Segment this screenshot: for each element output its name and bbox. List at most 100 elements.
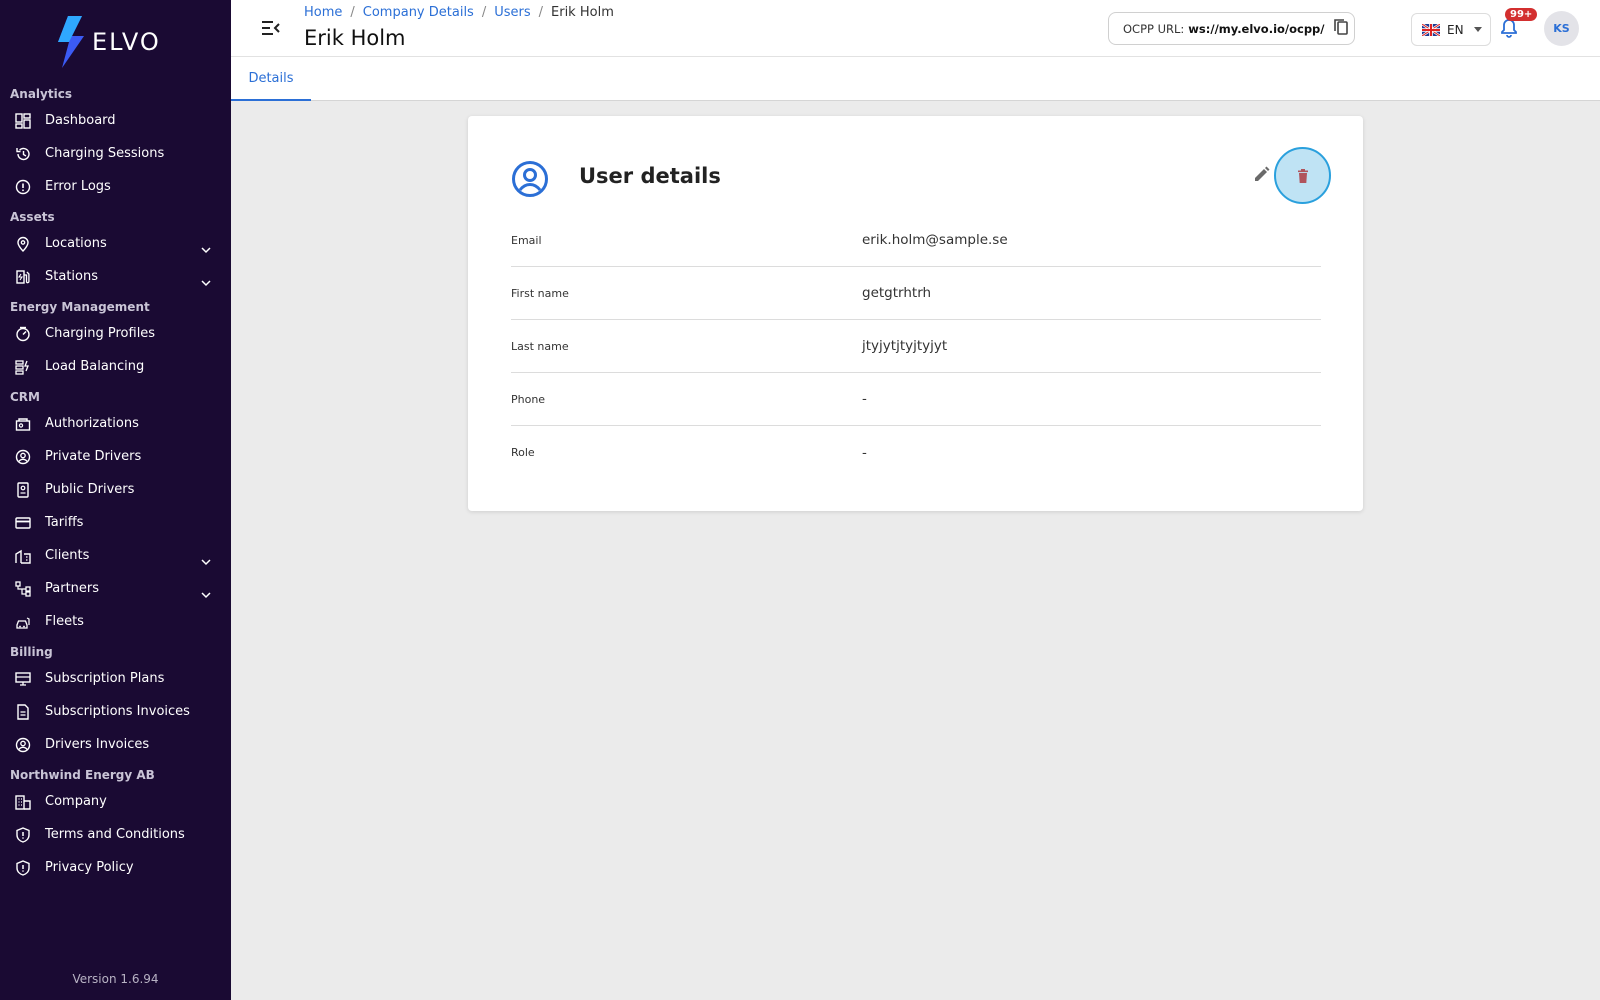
notification-badge: 99+ — [1505, 8, 1538, 21]
menu-collapse-icon[interactable] — [261, 20, 281, 40]
sidebar-section-title: CRM — [10, 390, 40, 404]
sidebar-item-privacy-policy[interactable]: Privacy Policy — [0, 851, 231, 884]
sidebar-item-label: Subscription Plans — [45, 671, 165, 686]
sidebar-item-authorizations[interactable]: Authorizations — [0, 407, 231, 440]
trash-icon — [1297, 168, 1308, 183]
sidebar-item-label: Locations — [45, 236, 107, 251]
sidebar-item-label: Partners — [45, 581, 100, 596]
sidebar-item-private-drivers[interactable]: Private Drivers — [0, 440, 231, 473]
breadcrumb-current: Erik Holm — [551, 5, 614, 20]
chevron-down-icon[interactable] — [201, 272, 211, 291]
sidebar-item-label: Private Drivers — [45, 449, 142, 464]
network-icon — [15, 580, 31, 597]
gauge-icon — [15, 326, 31, 342]
sidebar-item-partners[interactable]: Partners — [0, 572, 231, 605]
breadcrumb: Home / Company Details / Users / Erik Ho… — [304, 5, 614, 20]
detail-value: erik.holm@sample.se — [862, 232, 1008, 248]
sidebar-section-title: Energy Management — [10, 300, 150, 314]
sidebar-item-label: Subscriptions Invoices — [45, 704, 190, 719]
details-list: Email erik.holm@sample.se First name getgtr… — [511, 214, 1321, 479]
load-balancing-icon — [15, 359, 31, 375]
detail-label: Phone — [511, 392, 546, 406]
uk-flag-icon — [1422, 23, 1440, 36]
location-pin-icon — [15, 236, 31, 252]
sidebar-item-tariffs[interactable]: Tariffs — [0, 506, 231, 539]
ev-station-icon — [15, 269, 31, 285]
edit-icon[interactable] — [1253, 166, 1270, 187]
ocpp-url-label: OCPP URL: — [1123, 21, 1185, 36]
sidebar-item-charging-profiles[interactable]: Charging Profiles — [0, 317, 231, 350]
authorizations-icon — [15, 416, 31, 432]
sidebar-item-label: Fleets — [45, 614, 84, 629]
sidebar-item-public-drivers[interactable]: Public Drivers — [0, 473, 231, 506]
history-icon — [15, 146, 31, 162]
account-circle-icon — [511, 160, 549, 202]
page-title: Erik Holm — [304, 26, 406, 50]
chevron-down-icon[interactable] — [201, 239, 211, 258]
sidebar-item-company[interactable]: Company — [0, 785, 231, 818]
detail-value: getgtrhtrh — [862, 285, 932, 301]
card-icon — [15, 515, 31, 531]
sidebar-item-label: Public Drivers — [45, 482, 135, 497]
sidebar-item-subscriptions-invoices[interactable]: Subscriptions Invoices — [0, 695, 231, 728]
detail-label: First name — [511, 286, 569, 300]
tab-details[interactable]: Details — [231, 57, 311, 101]
chevron-down-icon[interactable] — [201, 584, 211, 603]
breadcrumb-home[interactable]: Home — [304, 5, 342, 20]
error-icon — [15, 179, 31, 195]
detail-row: Role - — [511, 426, 1321, 479]
sidebar-item-clients[interactable]: Clients — [0, 539, 231, 572]
sidebar-item-label: Load Balancing — [45, 359, 145, 374]
shield-icon — [15, 826, 31, 843]
language-code: EN — [1447, 22, 1464, 37]
brand-name: ELVO — [92, 28, 161, 56]
breadcrumb-separator: / — [538, 5, 544, 20]
bell-icon[interactable] — [1500, 18, 1518, 42]
card-title: User details — [579, 164, 721, 188]
sidebar-section-title: Assets — [10, 210, 55, 224]
breadcrumb-separator: / — [481, 5, 487, 20]
sidebar-item-load-balancing[interactable]: Load Balancing — [0, 350, 231, 383]
sidebar-item-subscription-plans[interactable]: Subscription Plans — [0, 662, 231, 695]
chevron-down-icon — [1473, 27, 1482, 32]
detail-row: Phone - — [511, 373, 1321, 426]
sidebar-item-label: Stations — [45, 269, 98, 284]
chevron-down-icon[interactable] — [201, 551, 211, 570]
detail-row: Last name jtyjytjtyjtyjyt — [511, 320, 1321, 373]
sidebar-item-label: Clients — [45, 548, 90, 563]
detail-row: First name getgtrhtrh — [511, 267, 1321, 320]
car-icon — [15, 614, 31, 630]
sidebar-item-label: Charging Sessions — [45, 146, 165, 161]
sidebar-section-title: Billing — [10, 645, 53, 659]
sidebar-item-terms-and-conditions[interactable]: Terms and Conditions — [0, 818, 231, 851]
language-selector[interactable]: EN — [1411, 13, 1491, 46]
sidebar-item-stations[interactable]: Stations — [0, 260, 231, 293]
detail-value: - — [862, 391, 867, 407]
breadcrumb-separator: / — [350, 5, 355, 20]
copy-icon[interactable] — [1333, 18, 1349, 39]
logo-bolt-icon — [58, 16, 84, 68]
company-icon — [15, 794, 31, 810]
sidebar-item-drivers-invoices[interactable]: Drivers Invoices — [0, 728, 231, 761]
user-avatar[interactable]: KS — [1544, 11, 1579, 46]
sidebar-item-charging-sessions[interactable]: Charging Sessions — [0, 137, 231, 170]
sidebar-item-error-logs[interactable]: Error Logs — [0, 170, 231, 203]
document-icon — [15, 703, 31, 720]
dashboard-icon — [15, 112, 31, 129]
sidebar-item-fleets[interactable]: Fleets — [0, 605, 231, 638]
logo[interactable]: ELVO — [56, 16, 161, 68]
ocpp-url-value: ws://my.elvo.io/ocpp/ — [1188, 21, 1325, 36]
sidebar-item-locations[interactable]: Locations — [0, 227, 231, 260]
detail-value: jtyjytjtyjtyjyt — [862, 338, 948, 354]
sidebar-item-dashboard[interactable]: Dashboard — [0, 104, 231, 137]
breadcrumb-users[interactable]: Users — [494, 5, 530, 20]
shield-icon — [15, 859, 31, 876]
detail-label: Role — [511, 446, 535, 459]
top-header: Home / Company Details / Users / Erik Ho… — [231, 0, 1600, 57]
breadcrumb-company-details[interactable]: Company Details — [363, 5, 474, 20]
tab-bar: Details — [231, 57, 1600, 101]
building-icon — [15, 548, 31, 564]
delete-button[interactable] — [1274, 147, 1331, 204]
sidebar-item-label: Error Logs — [45, 179, 111, 194]
detail-label: Email — [511, 233, 542, 247]
